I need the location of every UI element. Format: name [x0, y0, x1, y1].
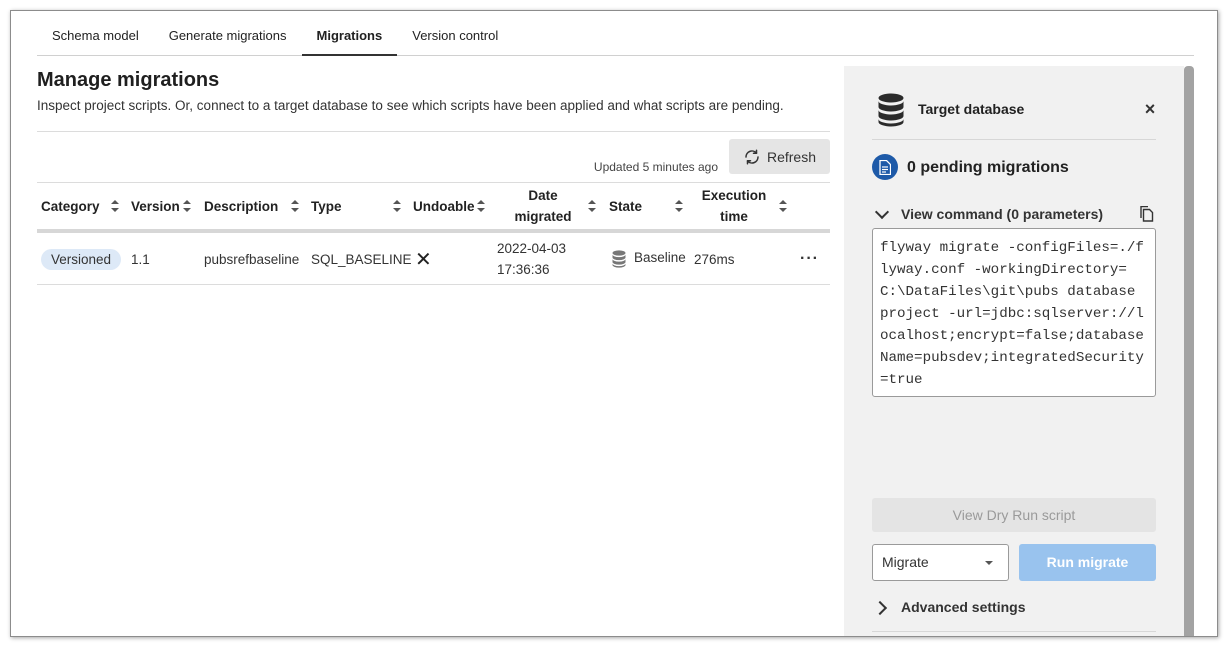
column-header-execution-time[interactable]: Execution time	[697, 183, 771, 229]
sort-icon[interactable]	[675, 200, 683, 212]
divider	[872, 631, 1156, 632]
column-header-category[interactable]: Category	[41, 183, 100, 229]
tab-version-control[interactable]: Version control	[397, 11, 513, 56]
app-window: Schema model Generate migrations Migrati…	[10, 10, 1218, 637]
tab-generate-migrations[interactable]: Generate migrations	[154, 11, 302, 56]
chevron-down-icon[interactable]	[874, 204, 890, 220]
refresh-button[interactable]: Refresh	[729, 139, 830, 174]
column-header-version[interactable]: Version	[131, 183, 180, 229]
sort-icon[interactable]	[588, 200, 596, 212]
panel-scrollbar[interactable]	[1184, 66, 1194, 636]
category-cell: Versioned	[41, 233, 122, 285]
view-command-toggle[interactable]: View command (0 parameters)	[901, 206, 1103, 222]
table-header: Category Version Description Type Undoab…	[37, 183, 830, 233]
main-content: Manage migrations Inspect project script…	[37, 56, 830, 636]
operation-select[interactable]: Migrate	[872, 544, 1009, 581]
run-migrate-button[interactable]: Run migrate	[1019, 544, 1156, 581]
column-header-state[interactable]: State	[609, 183, 642, 229]
document-icon	[872, 154, 898, 180]
version-cell: 1.1	[131, 251, 150, 267]
page-title: Manage migrations	[37, 69, 220, 91]
copy-icon[interactable]	[1140, 206, 1154, 222]
date-migrated-cell: 2022-04-03 17:36:36	[497, 241, 567, 277]
tab-schema-model[interactable]: Schema model	[37, 11, 154, 56]
column-header-date-migrated[interactable]: Date migrated	[503, 183, 583, 229]
pending-migrations-count: 0 pending migrations	[907, 159, 1069, 176]
view-dry-run-button[interactable]: View Dry Run script	[872, 498, 1156, 532]
page-subtitle: Inspect project scripts. Or, connect to …	[37, 98, 784, 113]
database-icon	[878, 93, 904, 127]
sort-icon[interactable]	[111, 200, 119, 212]
command-text[interactable]: flyway migrate -configFiles=./flyway.con…	[872, 228, 1156, 397]
description-cell: pubsrefbaseline	[204, 251, 300, 267]
execution-time-cell: 276ms	[694, 251, 735, 267]
sort-icon[interactable]	[183, 200, 191, 212]
sort-icon[interactable]	[393, 200, 401, 212]
category-badge: Versioned	[41, 248, 122, 270]
not-undoable-icon: ✕	[415, 248, 432, 271]
column-header-description[interactable]: Description	[204, 183, 278, 229]
column-header-undoable[interactable]: Undoable	[413, 183, 475, 229]
sort-icon[interactable]	[779, 200, 787, 212]
type-cell: SQL_BASELINE	[311, 251, 412, 267]
chevron-down-icon	[985, 561, 993, 565]
state-cell: Baseline	[612, 233, 686, 285]
updated-text: Updated 5 minutes ago	[593, 160, 718, 174]
sort-icon[interactable]	[477, 200, 485, 212]
column-header-type[interactable]: Type	[311, 183, 342, 229]
sort-icon[interactable]	[291, 200, 299, 212]
row-actions-menu-icon[interactable]: ···	[800, 233, 819, 285]
target-database-panel: Target database × 0 pending migrations V…	[844, 66, 1184, 636]
panel-title: Target database	[918, 101, 1025, 117]
state-label: Baseline	[634, 249, 686, 265]
close-icon[interactable]: ×	[1140, 99, 1160, 119]
table-row[interactable]: Versioned 1.1 pubsrefbaseline SQL_BASELI…	[37, 233, 830, 285]
chevron-right-icon[interactable]	[872, 600, 888, 616]
refresh-label: Refresh	[766, 148, 817, 165]
advanced-settings-toggle[interactable]: Advanced settings	[901, 599, 1025, 615]
tab-migrations[interactable]: Migrations	[301, 11, 398, 56]
divider	[37, 131, 830, 132]
tab-bar: Schema model Generate migrations Migrati…	[37, 11, 1194, 56]
refresh-icon	[745, 149, 759, 164]
database-icon	[612, 250, 626, 268]
divider	[872, 139, 1156, 140]
